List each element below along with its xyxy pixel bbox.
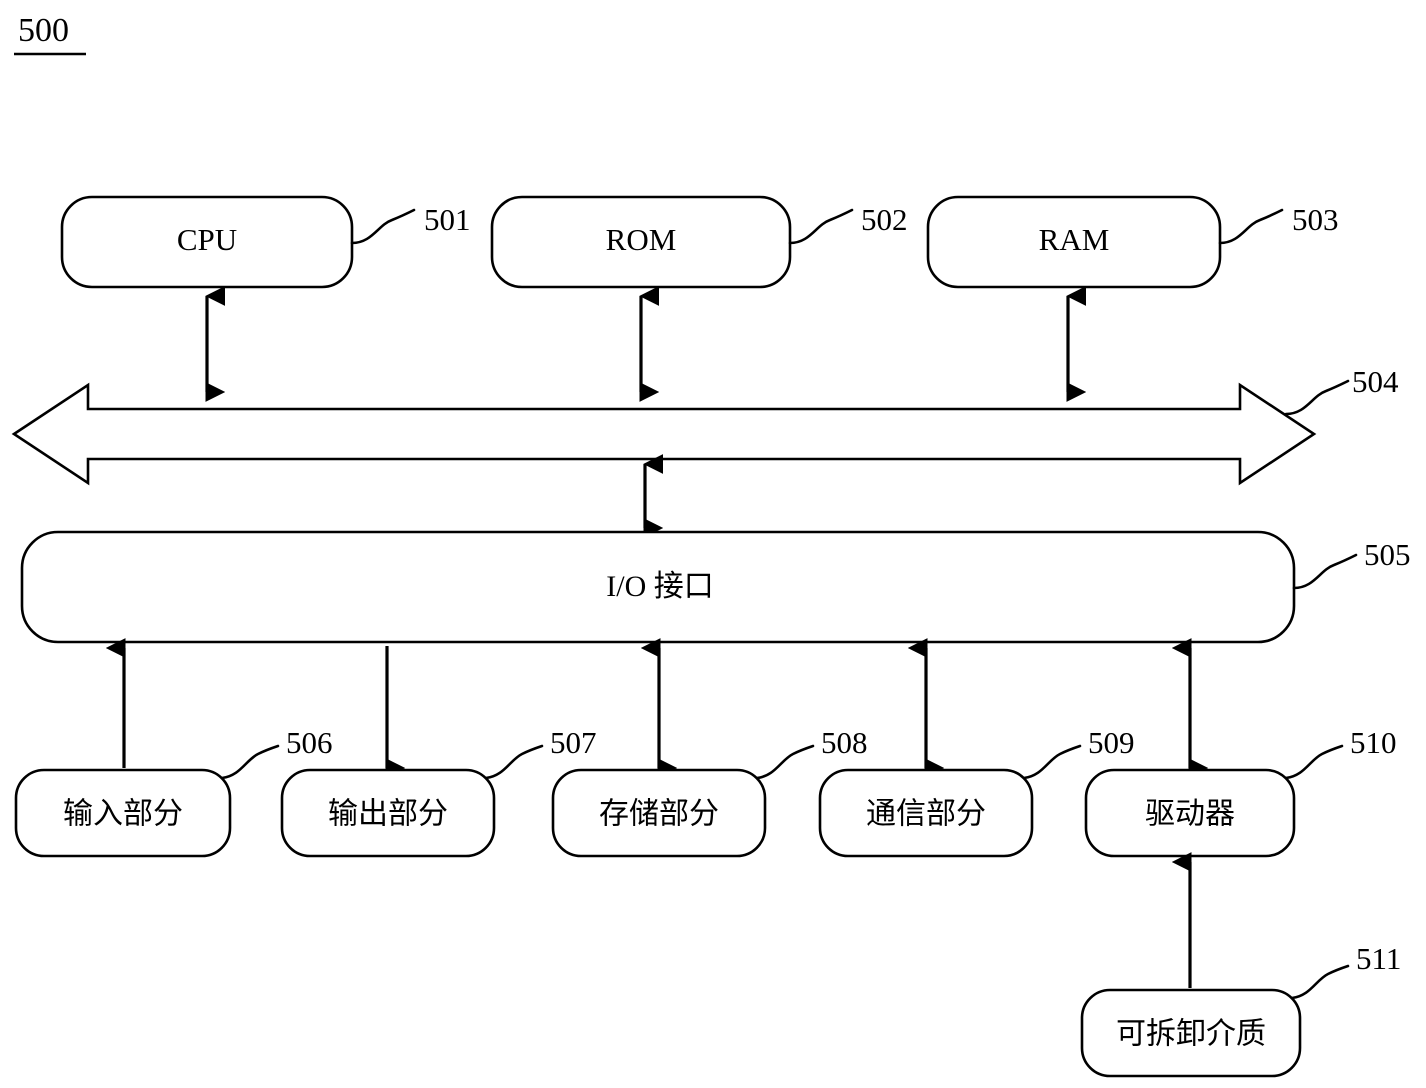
- driver-label: 驱动器: [1145, 797, 1235, 832]
- block-removable-media: 可拆卸介质 511: [1080, 941, 1401, 1078]
- cpu-label: CPU: [177, 222, 237, 257]
- block-ram: RAM 503: [926, 195, 1339, 289]
- rom-leader-line: [788, 208, 854, 245]
- ram-ref-number: 503: [1292, 202, 1339, 237]
- output-leader-line: [484, 744, 544, 780]
- input-leader-line: [220, 744, 280, 780]
- rom-label: ROM: [606, 222, 677, 257]
- input-ref-number: 506: [286, 725, 333, 760]
- bus-ref-number: 504: [1352, 364, 1399, 399]
- io-ref-number: 505: [1364, 537, 1411, 572]
- storage-ref-number: 508: [821, 725, 868, 760]
- cpu-ref-number: 501: [424, 202, 471, 237]
- patent-figure-500: 500 CPU 501 ROM 502 RAM 503 504 I/O 接口 5…: [0, 0, 1426, 1088]
- block-bus: 504: [11, 364, 1399, 486]
- media-ref-number: 511: [1356, 941, 1401, 976]
- block-diagram-canvas: 500 CPU 501 ROM 502 RAM 503 504 I/O 接口 5…: [11, 12, 1411, 1078]
- ram-label: RAM: [1039, 222, 1110, 257]
- block-rom: ROM 502: [490, 195, 908, 289]
- block-io-interface: I/O 接口 505: [20, 530, 1411, 644]
- figure-number: 500: [18, 12, 69, 49]
- output-label: 输出部分: [328, 797, 448, 832]
- comm-leader-line: [1022, 744, 1082, 780]
- block-cpu: CPU 501: [60, 195, 471, 289]
- ram-leader-line: [1218, 208, 1284, 245]
- figure-number-group: 500: [14, 12, 86, 56]
- rom-ref-number: 502: [861, 202, 908, 237]
- bus-arrow-shape: [11, 382, 1317, 486]
- io-label: I/O 接口: [606, 570, 714, 603]
- storage-label: 存储部分: [599, 797, 719, 832]
- output-ref-number: 507: [550, 725, 597, 760]
- comm-ref-number: 509: [1088, 725, 1135, 760]
- media-label: 可拆卸介质: [1116, 1017, 1266, 1052]
- cpu-leader-line: [350, 208, 416, 245]
- storage-leader-line: [755, 744, 815, 780]
- bus-leader-line: [1284, 379, 1350, 416]
- comm-label: 通信部分: [866, 797, 986, 832]
- driver-leader-line: [1284, 744, 1344, 780]
- driver-ref-number: 510: [1350, 725, 1397, 760]
- media-leader-line: [1290, 964, 1350, 1000]
- input-label: 输入部分: [63, 797, 183, 832]
- io-leader-line: [1292, 553, 1358, 590]
